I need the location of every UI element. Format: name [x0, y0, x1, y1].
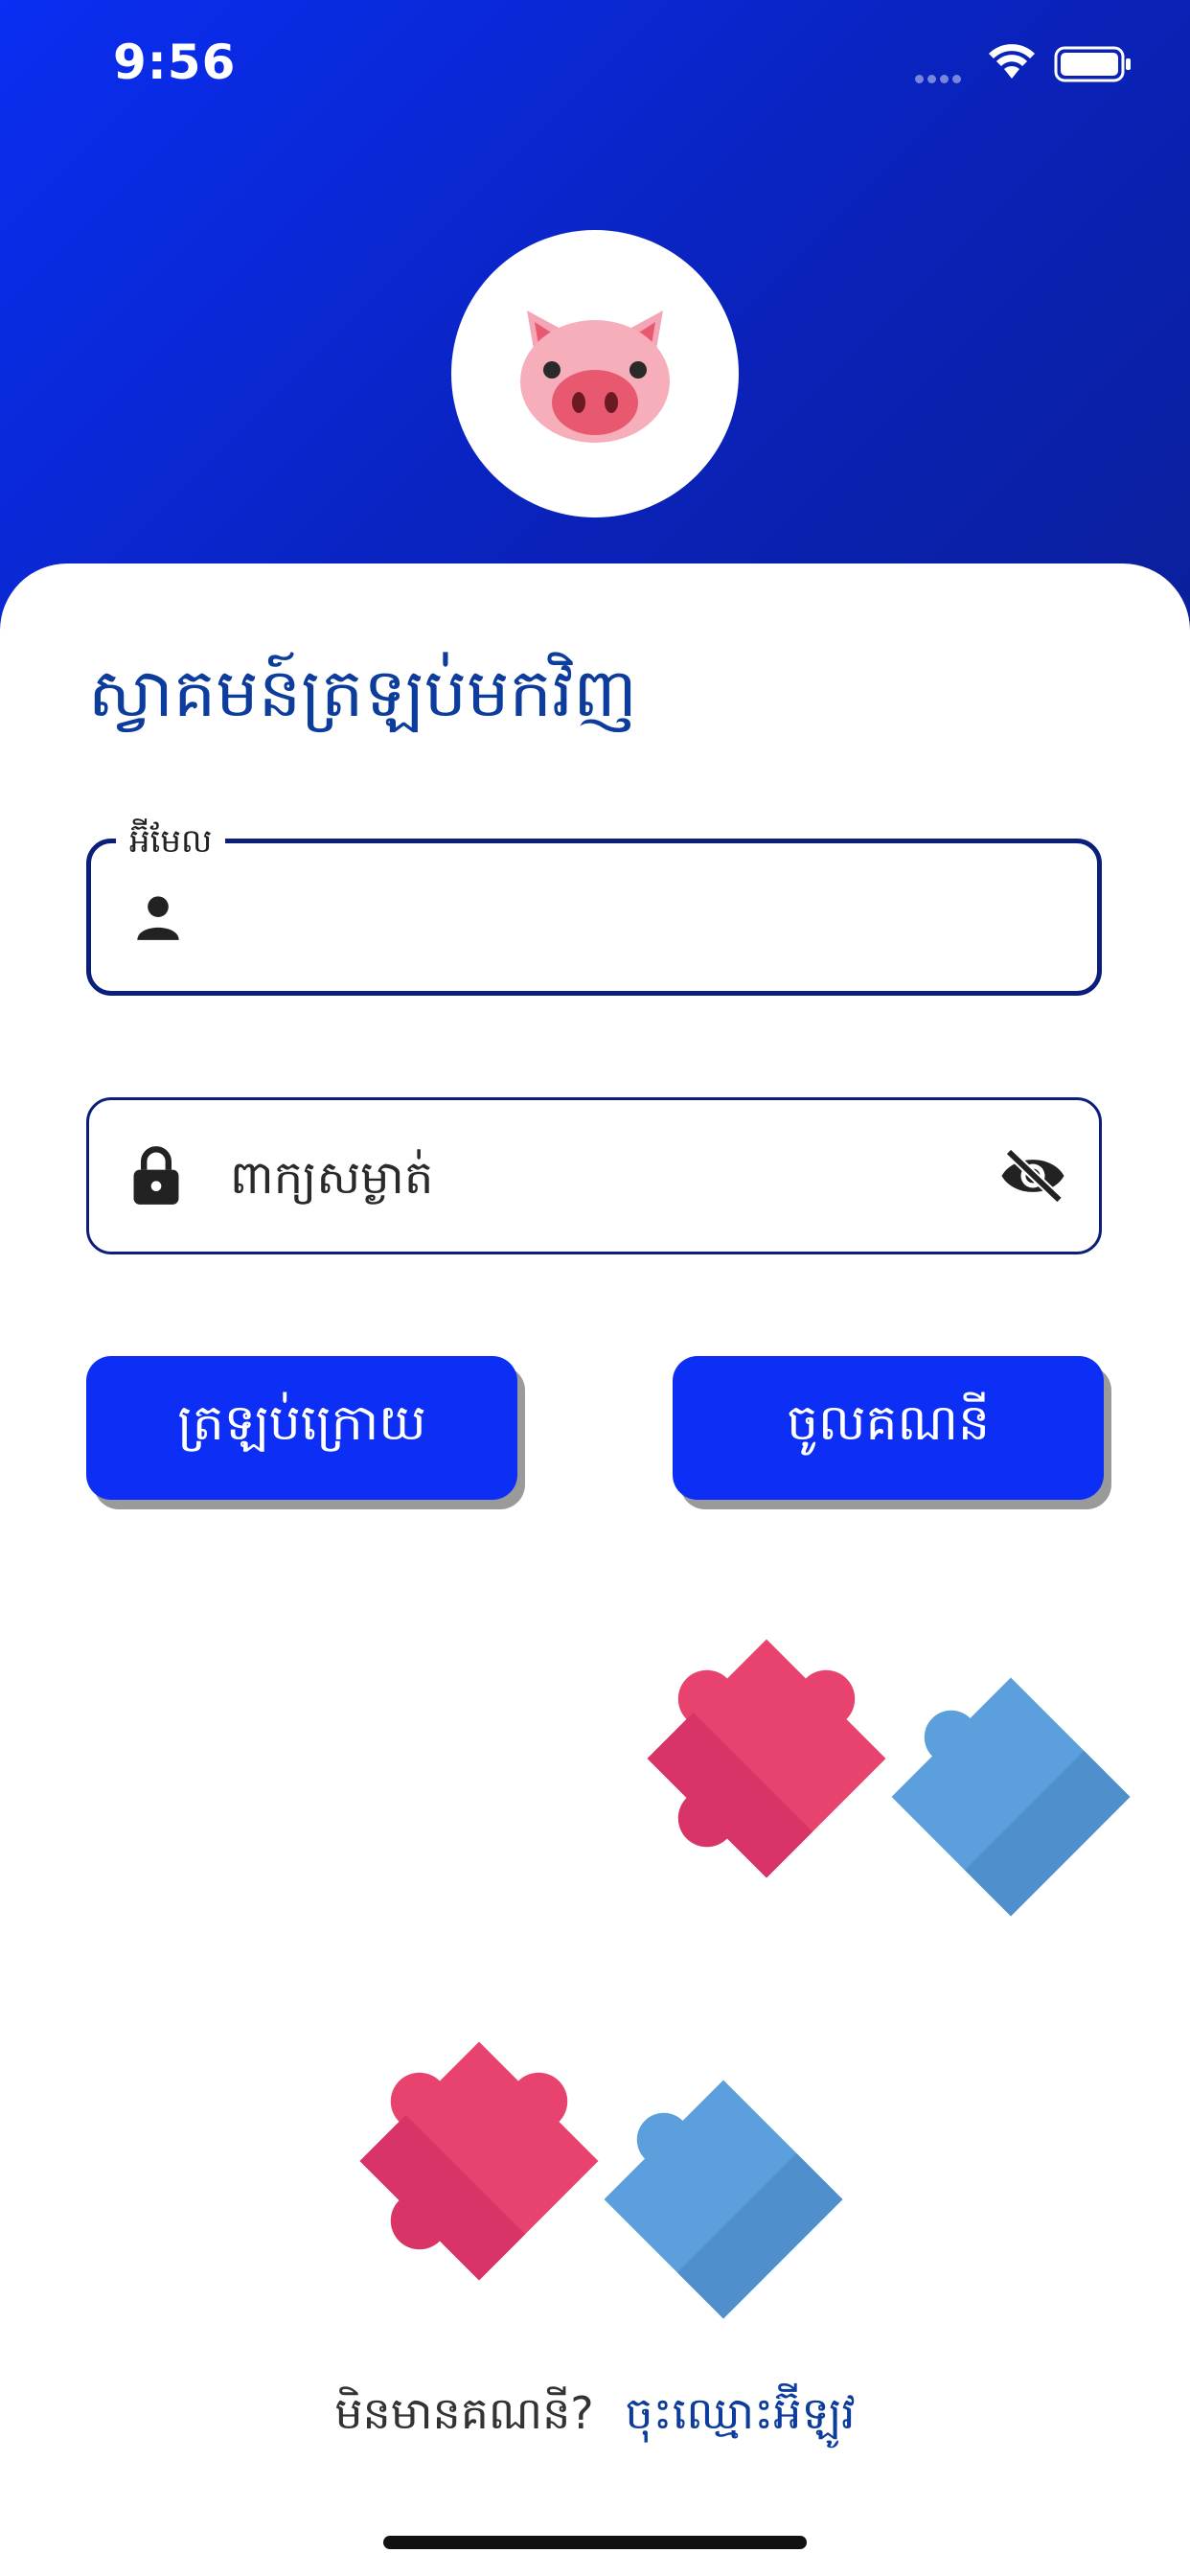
- email-field-label: អ៊ីមែល: [116, 820, 226, 868]
- status-time: 9:56: [113, 34, 237, 90]
- password-field[interactable]: [86, 1097, 1102, 1254]
- no-account-text: មិនមានគណនី?: [334, 2387, 594, 2439]
- pig-face-icon: [520, 310, 670, 443]
- status-bar: 9:56: [0, 0, 1190, 134]
- app-logo: [451, 230, 739, 518]
- lock-icon: [133, 1146, 179, 1205]
- signal-icon: [915, 69, 965, 87]
- home-indicator[interactable]: [383, 2536, 807, 2549]
- eye-off-icon[interactable]: [999, 1149, 1066, 1203]
- email-field[interactable]: អ៊ីមែល: [86, 820, 1102, 996]
- puzzle-pieces-icon-2: [359, 2041, 843, 2319]
- battery-icon: [1054, 46, 1131, 82]
- password-input[interactable]: [228, 1129, 989, 1227]
- back-button[interactable]: ត្រឡប់ក្រោយ: [86, 1356, 517, 1500]
- wifi-icon: [989, 44, 1035, 79]
- login-button[interactable]: ចូលគណនី: [673, 1356, 1104, 1500]
- page-title: ស្វាគមន៍ត្រឡប់មកវិញ: [88, 654, 637, 732]
- email-input[interactable]: [230, 872, 991, 970]
- signup-link[interactable]: ចុះឈ្មោះអ៊ីឡូវ: [625, 2387, 855, 2439]
- puzzle-pieces-icon: [647, 1639, 1131, 1917]
- person-icon: [137, 896, 179, 940]
- signup-prompt: មិនមានគណនី? ចុះឈ្មោះអ៊ីឡូវ: [0, 2386, 1190, 2450]
